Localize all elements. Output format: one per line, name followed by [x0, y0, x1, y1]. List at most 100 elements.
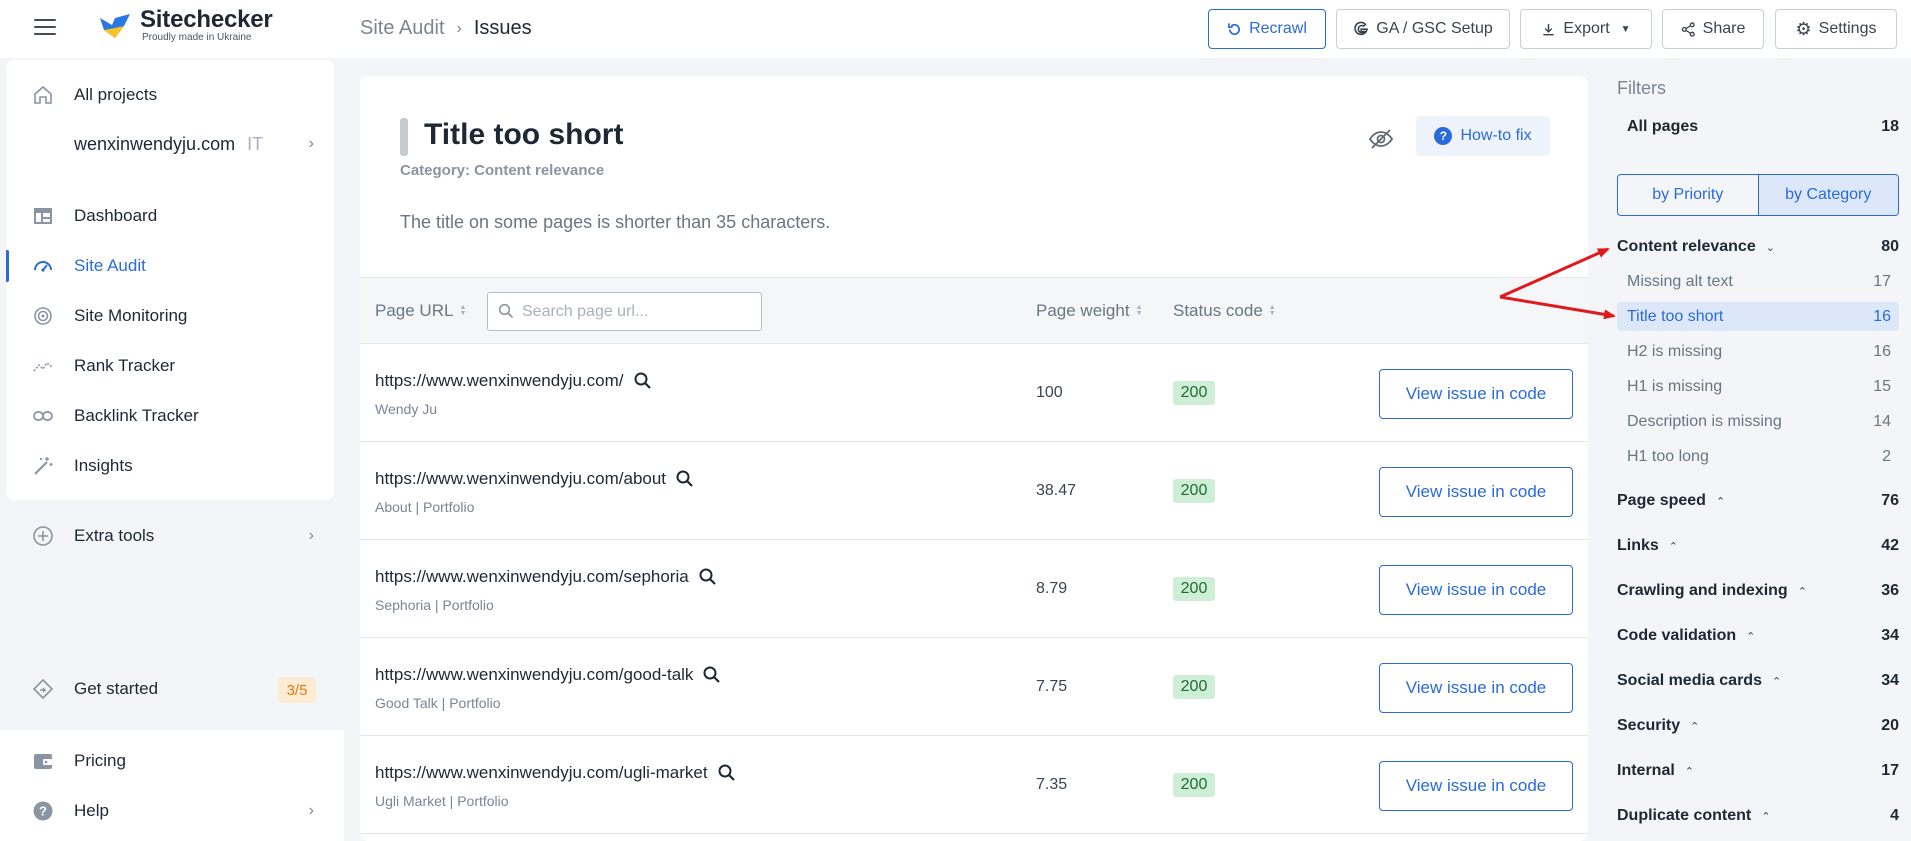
- search-icon[interactable]: [703, 666, 721, 684]
- status-badge: 200: [1173, 381, 1215, 405]
- filter-count: 14: [1873, 412, 1891, 430]
- page-url-link[interactable]: https://www.wenxinwendyju.com/about: [375, 469, 666, 489]
- logo-name: Sitechecker: [140, 6, 273, 33]
- filter-count: 80: [1881, 238, 1899, 255]
- filter-item-h1-missing[interactable]: H1 is missing 15: [1617, 372, 1899, 401]
- sidebar-item-insights[interactable]: Insights: [6, 444, 334, 488]
- sort-icon: ▲ ▼: [459, 304, 467, 317]
- filter-label: Internal: [1617, 762, 1675, 779]
- filter-category-code-validation[interactable]: Code validation ⌃ 34: [1617, 627, 1899, 645]
- breadcrumb-site-audit[interactable]: Site Audit: [360, 17, 445, 40]
- filter-count: 36: [1881, 582, 1899, 599]
- by-category-tab[interactable]: by Category: [1757, 175, 1898, 215]
- view-issue-in-code-button[interactable]: View issue in code: [1379, 761, 1573, 811]
- view-issue-in-code-button[interactable]: View issue in code: [1379, 565, 1573, 615]
- chevron-up-icon: ⌃: [1715, 495, 1726, 508]
- sidebar-item-get-started[interactable]: Get started 3/5: [6, 667, 334, 711]
- filter-count: 4: [1890, 807, 1899, 824]
- hide-issue-button[interactable]: [1366, 124, 1396, 154]
- sort-icon: ▲ ▼: [1268, 304, 1276, 317]
- filter-label: Security: [1617, 717, 1681, 734]
- filter-label: All pages: [1627, 118, 1699, 135]
- filter-label: Title too short: [1627, 307, 1724, 325]
- search-icon[interactable]: [718, 764, 736, 782]
- sidebar-item-pricing[interactable]: Pricing: [6, 739, 334, 783]
- search-input[interactable]: Search page url...: [487, 292, 762, 331]
- settings-label: Settings: [1818, 20, 1877, 37]
- view-issue-in-code-button[interactable]: View issue in code: [1379, 467, 1573, 517]
- filter-count: 34: [1881, 627, 1899, 644]
- sidebar-item-dashboard[interactable]: Dashboard: [6, 194, 334, 238]
- project-name: wenxinwendyju.com: [74, 133, 236, 154]
- sidebar: All projects wenxinwendyju.com IT › Dashb…: [6, 60, 334, 500]
- column-page-weight[interactable]: Page weight ▲ ▼: [1036, 301, 1143, 321]
- sidebar-item-site-audit[interactable]: Site Audit: [6, 244, 334, 288]
- sidebar-project-selector[interactable]: wenxinwendyju.com IT ›: [6, 122, 334, 166]
- filter-category-page-speed[interactable]: Page speed ⌃ 76: [1617, 492, 1899, 510]
- page-title-text: Good Talk | Portfolio: [375, 695, 501, 711]
- logo-tagline: Proudly made in Ukraine: [142, 32, 252, 43]
- filters-panel: Filters All pages 18 by Priority by Cate…: [1607, 60, 1911, 841]
- filter-item-missing-alt-text[interactable]: Missing alt text 17: [1617, 267, 1899, 296]
- filter-label: Missing alt text: [1627, 272, 1733, 290]
- filter-category-links[interactable]: Links ⌃ 42: [1617, 537, 1899, 555]
- issue-panel: Title too short Category: Content releva…: [360, 76, 1588, 841]
- sidebar-item-help[interactable]: ? Help ›: [6, 789, 334, 833]
- top-header: Sitechecker Proudly made in Ukraine Site…: [0, 0, 1911, 58]
- filter-all-pages[interactable]: All pages 18: [1627, 118, 1899, 136]
- svg-text:?: ?: [39, 804, 47, 819]
- column-page-url[interactable]: Page URL ▲ ▼: [375, 301, 466, 321]
- magic-wand-icon: [30, 453, 56, 479]
- filter-category-security[interactable]: Security ⌃ 20: [1617, 717, 1899, 735]
- page-url-link[interactable]: https://www.wenxinwendyju.com/good-talk: [375, 665, 693, 685]
- search-icon[interactable]: [699, 568, 717, 586]
- filter-label: Social media cards: [1617, 672, 1762, 689]
- filter-category-duplicate-content[interactable]: Duplicate content ⌃ 4: [1617, 807, 1899, 825]
- how-to-fix-button[interactable]: ? How-to fix: [1416, 116, 1550, 156]
- filter-count: 42: [1881, 537, 1899, 554]
- ga-gsc-setup-button[interactable]: GA / GSC Setup: [1336, 9, 1510, 49]
- settings-button[interactable]: ⚙ Settings: [1775, 9, 1897, 49]
- search-icon[interactable]: [676, 470, 694, 488]
- sidebar-item-extra-tools[interactable]: Extra tools ›: [6, 514, 334, 558]
- help-icon: ?: [30, 798, 56, 824]
- sidebar-item-rank-tracker[interactable]: Rank Tracker: [6, 344, 334, 388]
- chevron-up-icon: ⌃: [1684, 765, 1695, 778]
- by-priority-tab[interactable]: by Priority: [1618, 175, 1758, 215]
- recrawl-label: Recrawl: [1249, 20, 1307, 37]
- logo-heart-icon: [98, 12, 132, 40]
- recrawl-button[interactable]: Recrawl: [1208, 9, 1326, 49]
- sidebar-item-backlink-tracker[interactable]: Backlink Tracker: [6, 394, 334, 438]
- sidebar-item-site-monitoring[interactable]: Site Monitoring: [6, 294, 334, 338]
- filter-category-social-media-cards[interactable]: Social media cards ⌃ 34: [1617, 672, 1899, 690]
- filter-count: 17: [1881, 762, 1899, 779]
- status-badge: 200: [1173, 773, 1215, 797]
- filter-item-h2-missing[interactable]: H2 is missing 16: [1617, 337, 1899, 366]
- filter-item-description-missing[interactable]: Description is missing 14: [1617, 407, 1899, 436]
- page-url-link[interactable]: https://www.wenxinwendyju.com/sephoria: [375, 567, 689, 587]
- export-button[interactable]: Export ▼: [1520, 9, 1652, 49]
- sidebar-item-label: Dashboard: [74, 206, 158, 225]
- table-row: https://www.wenxinwendyju.com/ugli-marke…: [360, 736, 1588, 834]
- share-button[interactable]: Share: [1662, 9, 1764, 49]
- sidebar-item-all-projects[interactable]: All projects: [6, 73, 334, 117]
- filter-item-title-too-short[interactable]: Title too short 16: [1617, 302, 1899, 331]
- page-url-link[interactable]: https://www.wenxinwendyju.com/: [375, 371, 624, 391]
- view-issue-in-code-button[interactable]: View issue in code: [1379, 369, 1573, 419]
- filter-category-content-relevance[interactable]: Content relevance ⌄ 80: [1617, 238, 1899, 256]
- table-row: https://www.wenxinwendyju.com/good-talk …: [360, 638, 1588, 736]
- chevron-up-icon: ⌃: [1797, 585, 1807, 598]
- search-icon[interactable]: [634, 372, 652, 390]
- google-icon: [1354, 21, 1369, 36]
- filter-item-h1-too-long[interactable]: H1 too long 2: [1617, 442, 1899, 471]
- table-header: Page URL ▲ ▼ Search page url... Page weig…: [360, 277, 1588, 344]
- column-status-code[interactable]: Status code ▲ ▼: [1173, 301, 1276, 321]
- filter-category-crawling-indexing[interactable]: Crawling and indexing ⌃ 36: [1617, 582, 1899, 600]
- logo[interactable]: Sitechecker Proudly made in Ukraine: [98, 8, 273, 44]
- view-issue-in-code-button[interactable]: View issue in code: [1379, 663, 1573, 713]
- chevron-up-icon: ⌃: [1761, 810, 1771, 823]
- page-url-link[interactable]: https://www.wenxinwendyju.com/ugli-marke…: [375, 763, 708, 783]
- filter-count: 20: [1881, 717, 1899, 734]
- filter-category-internal[interactable]: Internal ⌃ 17: [1617, 762, 1899, 780]
- menu-icon[interactable]: [34, 19, 56, 37]
